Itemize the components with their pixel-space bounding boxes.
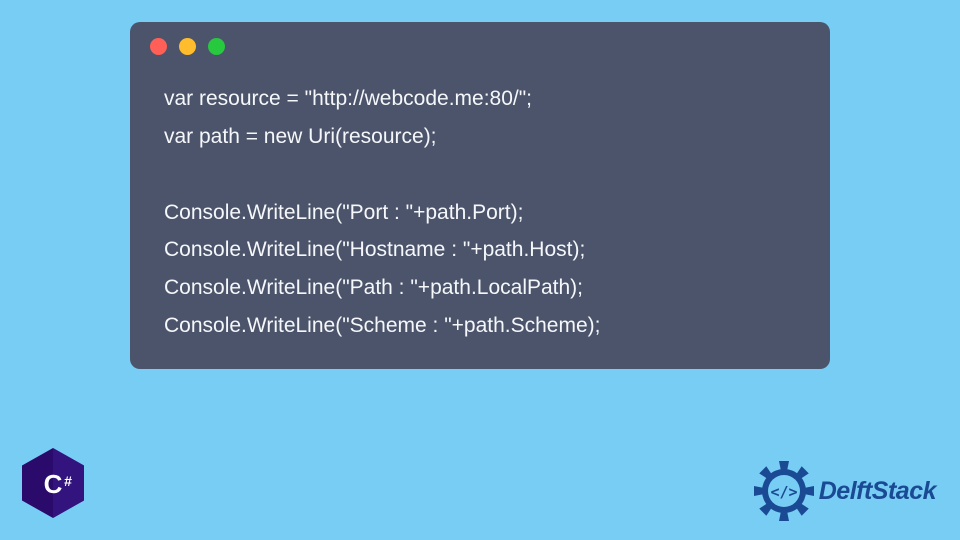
close-icon xyxy=(150,38,167,55)
minimize-icon xyxy=(179,38,196,55)
code-blank-line xyxy=(164,156,796,194)
code-line: Console.WriteLine("Port : "+path.Port); xyxy=(164,194,796,232)
code-line: Console.WriteLine("Scheme : "+path.Schem… xyxy=(164,307,796,345)
code-card: var resource = "http://webcode.me:80/"; … xyxy=(130,22,830,369)
code-line: Console.WriteLine("Path : "+path.LocalPa… xyxy=(164,269,796,307)
window-controls xyxy=(130,22,830,70)
delftstack-gear-icon: </> xyxy=(753,460,815,522)
code-line: var resource = "http://webcode.me:80/"; xyxy=(164,80,796,118)
maximize-icon xyxy=(208,38,225,55)
csharp-badge-icon: C # xyxy=(22,448,84,518)
svg-text:#: # xyxy=(64,473,72,489)
delftstack-logo: </> DelftStack xyxy=(753,460,936,522)
code-body: var resource = "http://webcode.me:80/"; … xyxy=(130,70,830,345)
svg-text:</>: </> xyxy=(770,483,797,501)
svg-text:C: C xyxy=(44,469,63,499)
delftstack-brand-text: DelftStack xyxy=(819,477,936,506)
code-line: Console.WriteLine("Hostname : "+path.Hos… xyxy=(164,231,796,269)
code-line: var path = new Uri(resource); xyxy=(164,118,796,156)
